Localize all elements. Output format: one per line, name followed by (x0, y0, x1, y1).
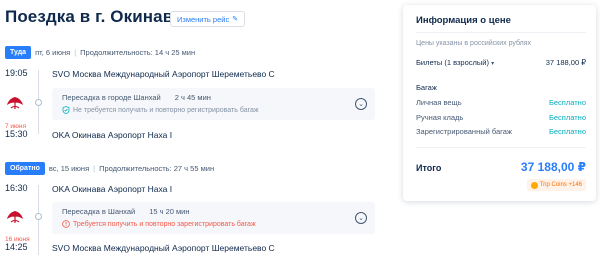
return-date: вс, 15 июня (48, 164, 90, 173)
baggage-note-text: Требуется получить и повторно зарегистри… (73, 220, 256, 228)
airline-logo-icon (7, 211, 23, 223)
change-flight-label: Изменить рейс (177, 14, 230, 24)
outbound-departure-time: 19:05 (5, 68, 28, 78)
return-transfer-box[interactable]: Пересадка в Шанхай 15 ч 20 мин Требуется … (52, 202, 375, 234)
transfer-info: Пересадка в Шанхай 15 ч 20 мин (62, 207, 190, 216)
page-title: Поездка в г. Окинава (5, 7, 183, 26)
trip-coins-text: Trip Coins +146 (539, 182, 582, 188)
outbound-stop-dot (35, 99, 42, 106)
outbound-date: пт, 6 июня (35, 48, 71, 57)
chevron-down-icon[interactable]: ⌄ (355, 98, 367, 110)
outbound-arrival-airport: OKA Окинава Аэропорт Наха I (52, 130, 173, 140)
return-departure-time: 16:30 (5, 183, 28, 193)
total-price: 37 188,00 ₽ (520, 160, 586, 174)
baggage-label: Зарегистрированный багаж (416, 127, 512, 136)
separator: | (74, 48, 77, 57)
baggage-label: Личная вещь (416, 98, 462, 107)
outbound-arrival-time: 15:30 (5, 129, 28, 139)
transfer-city: Пересадка в городе Шанхай (62, 93, 161, 102)
baggage-value: Бесплатно (548, 113, 586, 122)
tickets-row[interactable]: Билеты (1 взрослый) ▾ 37 188,00 ₽ (416, 58, 586, 67)
tickets-label-wrap: Билеты (1 взрослый) ▾ (416, 58, 494, 67)
baggage-value: Бесплатно (548, 127, 586, 136)
baggage-note: Требуется получить и повторно зарегистри… (62, 220, 256, 228)
baggage-label: Ручная кладь (416, 113, 464, 122)
price-info-card: Информация о цене Цены указаны в российс… (403, 5, 596, 201)
total-label: Итого (416, 163, 442, 173)
separator: | (93, 164, 96, 173)
divider (416, 147, 586, 148)
return-arrival-time: 14:25 (5, 242, 28, 252)
baggage-row: Личная вещь Бесплатно (416, 98, 586, 107)
return-stop-dot (35, 213, 42, 220)
transfer-duration: 15 ч 20 мин (149, 207, 190, 216)
trip-coins-badge: Trip Coins +146 (526, 179, 586, 191)
baggage-title-row: Багаж (416, 83, 586, 92)
return-header: Обратно вс, 15 июня | Продолжительность:… (5, 162, 214, 175)
baggage-row: Ручная кладь Бесплатно (416, 113, 586, 122)
baggage-note-text: Не требуется получать и повторно регистр… (73, 106, 259, 114)
change-flight-button[interactable]: Изменить рейс ✎ (170, 11, 246, 27)
baggage-row: Зарегистрированный багаж Бесплатно (416, 127, 586, 136)
outbound-duration: Продолжительность: 14 ч 25 мин (80, 48, 196, 57)
baggage-title: Багаж (416, 83, 437, 92)
return-badge: Обратно (5, 162, 45, 175)
return-arrival-airport: SVO Москва Международный Аэропорт Шереме… (52, 243, 275, 253)
transfer-city: Пересадка в Шанхай (62, 207, 136, 216)
outbound-transfer-box[interactable]: Пересадка в городе Шанхай 2 ч 45 мин Не т… (52, 88, 375, 120)
return-departure-airport: OKA Окинава Аэропорт Наха I (52, 184, 173, 194)
divider (416, 32, 586, 33)
chevron-down-icon[interactable]: ⌄ (355, 212, 367, 224)
coin-icon (530, 181, 538, 189)
outbound-header: Туда пт, 6 июня | Продолжительность: 14 … (5, 46, 195, 59)
shield-check-icon (62, 106, 70, 114)
baggage-note: Не требуется получать и повторно регистр… (62, 106, 259, 114)
outbound-badge: Туда (5, 46, 32, 59)
return-duration: Продолжительность: 27 ч 55 мин (99, 164, 215, 173)
chevron-down-icon: ▾ (491, 61, 495, 67)
tickets-value: 37 188,00 ₽ (545, 58, 586, 67)
return-timeline (38, 185, 39, 255)
outbound-departure-airport: SVO Москва Международный Аэропорт Шереме… (52, 69, 275, 79)
currency-note: Цены указаны в российских рублях (416, 40, 532, 47)
airline-logo-icon (7, 97, 23, 109)
transfer-info: Пересадка в городе Шанхай 2 ч 45 мин (62, 93, 211, 102)
price-card-title: Информация о цене (416, 15, 511, 26)
edit-icon: ✎ (232, 16, 239, 23)
baggage-value: Бесплатно (548, 98, 586, 107)
warning-icon (62, 220, 70, 228)
transfer-duration: 2 ч 45 мин (174, 93, 211, 102)
tickets-label: Билеты (1 взрослый) (416, 58, 489, 67)
